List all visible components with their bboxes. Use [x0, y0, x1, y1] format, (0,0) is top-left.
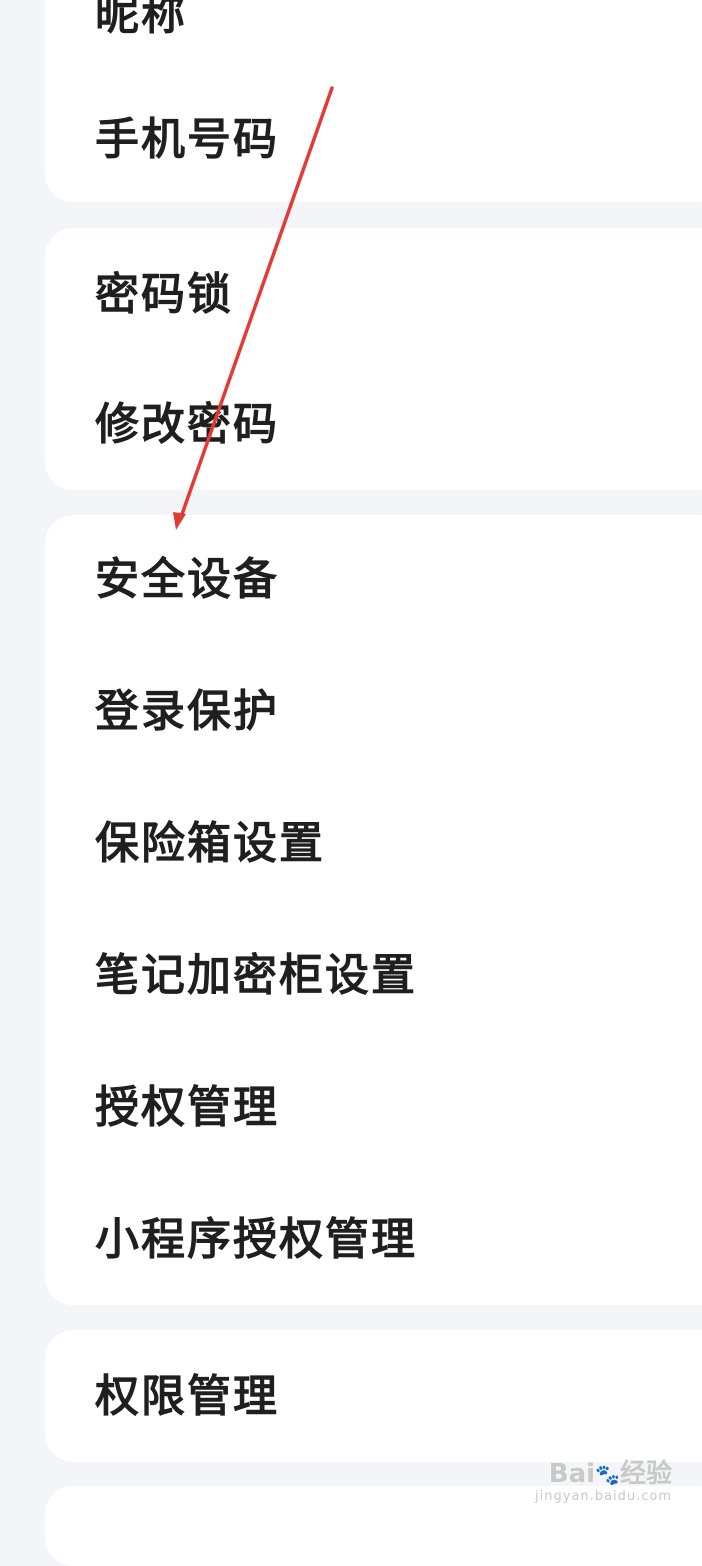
- menu-item-authorization-management[interactable]: 授权管理: [95, 1063, 279, 1153]
- menu-item-security-devices[interactable]: 安全设备: [95, 535, 279, 625]
- menu-item-safe-settings[interactable]: 保险箱设置: [95, 799, 325, 889]
- settings-card-password: 密码锁 修改密码: [45, 228, 702, 490]
- watermark-brand: Bai: [548, 1458, 596, 1489]
- menu-item-permission-management[interactable]: 权限管理: [95, 1352, 279, 1442]
- baidu-jingyan-watermark: Bai🐾经验 jingyan.baidu.com: [535, 1459, 672, 1506]
- menu-item-miniprogram-authorization[interactable]: 小程序授权管理: [95, 1195, 417, 1285]
- menu-item-note-vault-settings[interactable]: 笔记加密柜设置: [95, 931, 417, 1021]
- settings-card-account: 昵称 手机号码: [45, 0, 702, 202]
- paw-icon: 🐾: [595, 1462, 620, 1486]
- menu-item-nickname[interactable]: 昵称: [95, 0, 187, 60]
- menu-item-change-password[interactable]: 修改密码: [95, 380, 279, 470]
- watermark-url: jingyan.baidu.com: [535, 1489, 672, 1504]
- menu-item-password-lock[interactable]: 密码锁: [95, 250, 233, 340]
- watermark-suffix: 经验: [619, 1458, 672, 1489]
- settings-card-permissions: 权限管理: [45, 1330, 702, 1462]
- menu-item-phone-number[interactable]: 手机号码: [95, 95, 279, 185]
- settings-card-security: 安全设备 登录保护 保险箱设置 笔记加密柜设置 授权管理 小程序授权管理: [45, 515, 702, 1305]
- menu-item-login-protection[interactable]: 登录保护: [95, 667, 279, 757]
